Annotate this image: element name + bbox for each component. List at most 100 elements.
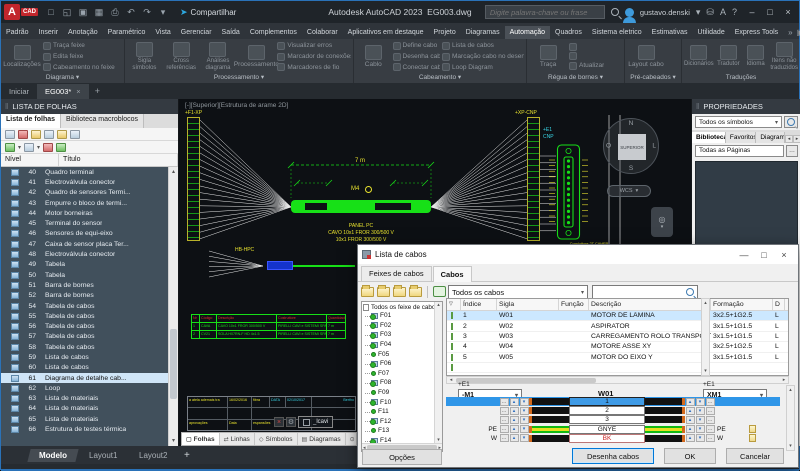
rename-sheet-icon[interactable]: [31, 130, 41, 139]
sheet-row-63[interactable]: 63Lista de materiais: [1, 394, 178, 404]
app-store-cart-icon[interactable]: ⛁: [706, 7, 714, 18]
ribbon-button-marcador-de-conexoes[interactable]: Marcador de conexões: [277, 52, 351, 62]
ribbon-tab-projeto[interactable]: Projeto: [429, 26, 461, 39]
view-tab-linhas[interactable]: ⇄Linhas: [220, 433, 255, 445]
cable-row-partial[interactable]: [447, 363, 788, 373]
sheet-row-52[interactable]: 52Barra de bornes: [1, 291, 178, 301]
print-sheet-icon[interactable]: [70, 130, 80, 139]
sheet-row-44[interactable]: 44Motor borneiras: [1, 208, 178, 218]
copy-cable-folder-icon[interactable]: [393, 287, 406, 297]
user-name[interactable]: gustavo.denski: [640, 8, 690, 17]
save-as-icon[interactable]: ▦: [92, 5, 106, 19]
wire-left-down-button[interactable]: ▾: [520, 425, 529, 433]
command-settings-icon[interactable]: ⚙: [286, 417, 296, 427]
tabs-scroll-left-icon[interactable]: ◂: [785, 135, 793, 143]
properties-tab-diagram[interactable]: Diagram: [756, 132, 785, 143]
view-tab-diagramas[interactable]: ▤Diagramas: [298, 433, 346, 445]
ribbon-button-edita-feixe[interactable]: Edita feixe: [43, 52, 115, 62]
copy-sheet-icon[interactable]: [44, 130, 54, 139]
ribbon-panel-footer[interactable]: Pré-cabeados ▾: [625, 72, 681, 83]
cable-filter-dropdown[interactable]: Todos os cabos ▾: [448, 285, 588, 299]
restore-button[interactable]: □: [761, 7, 779, 17]
ribbon-tab-express-tools[interactable]: Express Tools: [730, 26, 783, 39]
wire-left-more-button[interactable]: …: [500, 416, 509, 424]
wire-left-up-button[interactable]: ▴: [510, 416, 519, 424]
draw-cables-button[interactable]: Desenha cabos: [572, 448, 654, 464]
new-sheet-icon[interactable]: [5, 130, 15, 139]
sheet-row-40[interactable]: 40Quadro terminal: [1, 167, 178, 177]
view-tab-simbolos[interactable]: ◇Símbolos: [255, 433, 298, 445]
viewcube-face[interactable]: SUPERIOR: [618, 134, 646, 160]
column-sigla[interactable]: Sigla: [497, 299, 559, 310]
scroll-down-icon[interactable]: ▾: [169, 436, 178, 446]
cable-search-input[interactable]: [592, 285, 698, 299]
save-icon[interactable]: ▣: [76, 5, 90, 19]
tree-item-f12[interactable]: F12: [362, 417, 442, 427]
plot-icon[interactable]: ⎙: [108, 5, 122, 19]
tree-item-f06[interactable]: F06: [362, 359, 442, 369]
ribbon-tab-inserir[interactable]: Inserir: [34, 26, 63, 39]
pages-browse-button[interactable]: …: [786, 145, 798, 157]
cable-row-w04[interactable]: 4W04MOTORE ASSE XY3x2.5+1G2.5L: [447, 342, 788, 352]
viewport-controls-label[interactable]: [-][Superior][Estrutura de arame 2D]: [185, 102, 288, 109]
command-input[interactable]: _lcavi: [298, 416, 333, 428]
ribbon-tab-utilidade[interactable]: Utilidade: [692, 26, 729, 39]
file-tab-document[interactable]: EG003*×: [37, 84, 89, 99]
ok-button[interactable]: OK: [664, 448, 716, 464]
ribbon-tab-automacao[interactable]: Automação: [505, 26, 550, 39]
properties-tab-favoritos[interactable]: Favoritos: [726, 132, 756, 143]
wire-left-down-button[interactable]: ▾: [520, 434, 529, 442]
close-button[interactable]: ×: [779, 7, 797, 17]
ribbon-button-desenha-cabo[interactable]: Desenha cabo: [393, 52, 441, 62]
tree-item-f10[interactable]: F10: [362, 397, 442, 407]
tab-feixes-de-cabos[interactable]: Feixes de cabos: [361, 266, 432, 281]
cable-row-w03[interactable]: 3W03CARREGAMENTO ROLO TRANSPORT...3x1.5+…: [447, 332, 788, 342]
file-tab-start[interactable]: Iniciar: [1, 84, 37, 99]
help-icon[interactable]: ?: [732, 7, 737, 17]
tree-item-f11[interactable]: F11: [362, 407, 442, 417]
palette-grip[interactable]: ‖: [696, 102, 699, 111]
view-chevron-icon[interactable]: ▾: [37, 144, 40, 151]
ribbon-tab-padrao[interactable]: Padrão: [1, 26, 34, 39]
ribbon-tab-gerenciar[interactable]: Gerenciar: [176, 26, 217, 39]
dialog-title-bar[interactable]: Lista de cabos — □ ×: [358, 245, 798, 264]
layout-tab-layout1[interactable]: Layout1: [77, 449, 129, 462]
pages-field[interactable]: Todas as Páginas: [695, 145, 784, 157]
wire-right-down-button[interactable]: ▾: [696, 398, 705, 406]
wire-right-up-button[interactable]: ▴: [686, 434, 695, 442]
new-file-icon[interactable]: □: [44, 5, 58, 19]
tree-item-f13[interactable]: F13: [362, 426, 442, 436]
new-cable-folder-icon[interactable]: [361, 287, 374, 297]
tree-vertical-scrollbar[interactable]: ▴ ▾: [434, 302, 442, 443]
ribbon-button-loop-diagram[interactable]: Loop Diagram: [442, 62, 524, 72]
cable-row-w02[interactable]: 2W02ASPIRATOR3x1.5+1G1.5L: [447, 321, 788, 331]
user-menu-chevron-icon[interactable]: ▾: [696, 7, 701, 18]
markers-icon[interactable]: [43, 143, 53, 152]
sheet-row-42[interactable]: 42Quadro de sensores Termi...: [1, 188, 178, 198]
cancel-button[interactable]: Cancelar: [726, 448, 784, 464]
ribbon-button-marcacao-cabo-no-desenho[interactable]: Marcação cabo no desenho: [442, 52, 524, 62]
ribbon-button-cablo[interactable]: Cablo: [356, 41, 391, 72]
column-titulo[interactable]: Título: [59, 154, 178, 166]
sheet-row-60[interactable]: 60Lista de cabos: [1, 363, 178, 373]
autocad-logo-icon[interactable]: A: [4, 4, 20, 20]
wire-right-down-button[interactable]: ▾: [696, 407, 705, 415]
wire-right-down-button[interactable]: ▾: [696, 434, 705, 442]
cable-row-w05[interactable]: 5W05MOTOR DO EIXO Y3x1.5+1G1.5L: [447, 353, 788, 363]
undo-icon[interactable]: ↶: [124, 5, 138, 19]
ribbon-button-dicionarios[interactable]: Dicionários: [684, 41, 714, 72]
ribbon-tab-complementos[interactable]: Complementos: [245, 26, 302, 39]
scroll-up-icon[interactable]: ▴: [702, 300, 709, 306]
wire-right-more-button[interactable]: …: [706, 425, 715, 433]
steering-wheel-icon[interactable]: ◎: [659, 215, 666, 224]
help-search-input[interactable]: [485, 5, 605, 19]
wire-left-more-button[interactable]: …: [500, 398, 509, 406]
column-nivel[interactable]: Nível: [1, 154, 59, 166]
ribbon-button-visualizar-erros[interactable]: Visualizar erros: [277, 41, 351, 51]
ribbon-tab-vista[interactable]: Vista: [150, 26, 175, 39]
sheet-row-43[interactable]: 43Empurre o bloco de termi...: [1, 198, 178, 208]
tree-item-f03[interactable]: F03: [362, 330, 442, 340]
sheet-row-47[interactable]: 47Caixa de sensor placa Ter...: [1, 239, 178, 249]
ribbon-button-sigla-simbolos[interactable]: Sigla símbolos: [127, 41, 162, 72]
redo-icon[interactable]: ↷: [140, 5, 154, 19]
